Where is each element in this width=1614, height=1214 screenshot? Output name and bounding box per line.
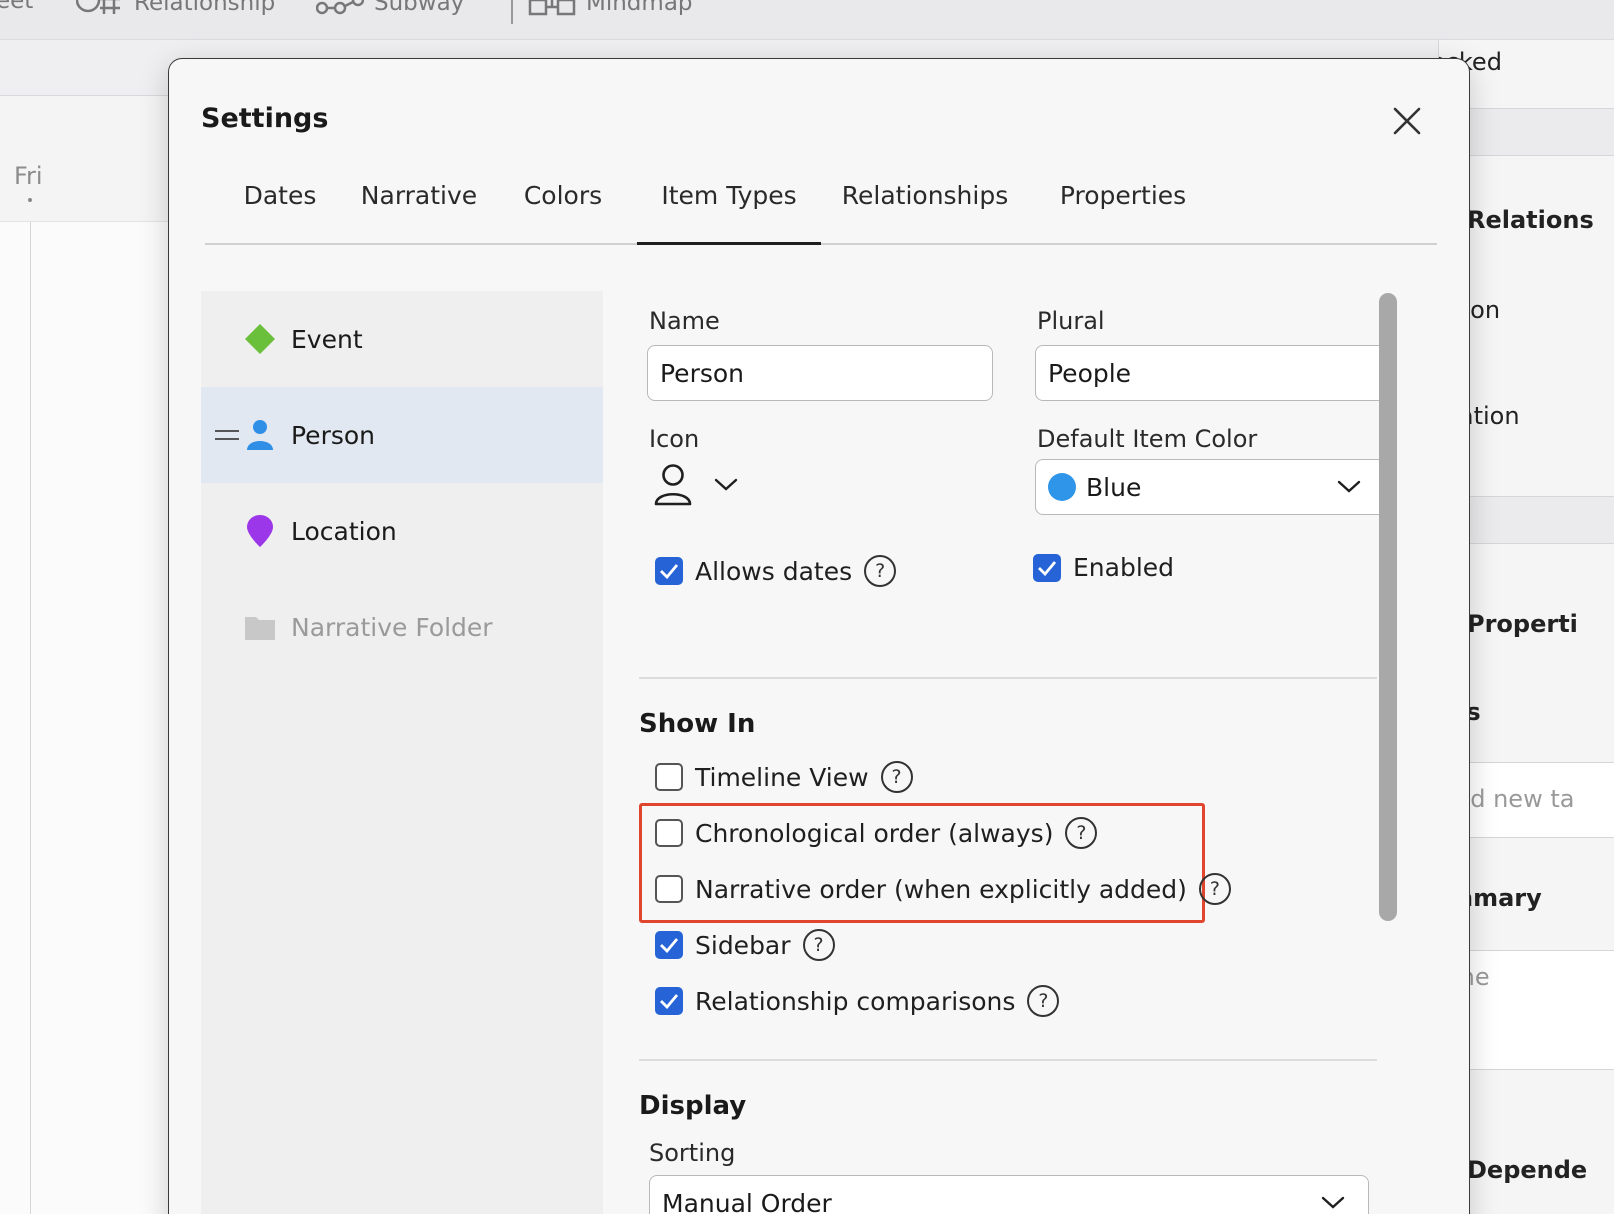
properties-section-title: Properti	[1467, 610, 1578, 638]
divider	[639, 677, 1377, 679]
allows-dates-checkbox[interactable]	[655, 557, 683, 585]
enabled-checkbox[interactable]	[1033, 553, 1061, 582]
item-type-label: Event	[291, 324, 363, 354]
help-icon[interactable]: ?	[864, 555, 897, 587]
tab-relationships[interactable]: Relationships	[837, 177, 1013, 245]
tab-properties[interactable]: Properties	[1049, 177, 1197, 245]
icon-picker[interactable]	[653, 461, 753, 511]
toolbar-item-subway[interactable]: Subway	[316, 0, 464, 18]
item-type-list: Event Person Location Narrative Folder	[201, 291, 603, 1214]
default-color-label: Default Item Color	[1037, 425, 1258, 453]
display-title: Display	[639, 1091, 747, 1121]
folder-icon	[245, 617, 275, 640]
drag-handle-icon[interactable]	[215, 428, 239, 442]
map-pin-icon	[247, 515, 273, 547]
list-item-person[interactable]: Person	[201, 387, 603, 483]
dependencies-section-title: Depende	[1467, 1156, 1588, 1184]
toolbar-sheet-label: eet	[0, 0, 34, 14]
enabled-row: Enabled	[1033, 553, 1174, 582]
subway-icon	[316, 0, 364, 15]
allows-dates-row: Allows dates ?	[655, 555, 897, 587]
chevron-down-icon	[1321, 1196, 1345, 1209]
help-icon[interactable]: ?	[880, 761, 913, 793]
icon-label: Icon	[649, 425, 700, 453]
relationship-icon	[76, 0, 120, 14]
top-toolbar: eet Relationship Subway Mindmap	[0, 0, 1614, 40]
diamond-icon	[245, 324, 275, 354]
show-in-option: Sidebar ?	[655, 929, 835, 961]
toolbar-item-mindmap[interactable]: Mindmap	[528, 0, 693, 18]
settings-dialog: Settings Dates Narrative Colors Item Typ…	[168, 58, 1470, 1214]
allows-dates-label: Allows dates	[695, 556, 853, 586]
item-type-label: Location	[291, 516, 397, 546]
toolbar-subway-label: Subway	[374, 0, 465, 16]
color-swatch	[1048, 473, 1076, 501]
sidebar-checkbox[interactable]	[655, 931, 683, 959]
toolbar-item-sheet[interactable]: eet	[0, 0, 33, 14]
checkmark-icon	[660, 564, 679, 579]
name-input[interactable]	[647, 345, 993, 401]
scrollbar-thumb[interactable]	[1379, 293, 1397, 921]
sorting-value: Manual Order	[662, 1188, 832, 1214]
sorting-select[interactable]: Manual Order	[649, 1175, 1369, 1214]
settings-tabs: Dates Narrative Colors Item Types Relati…	[205, 177, 1437, 245]
show-in-option: Chronological order (always) ?	[655, 817, 1098, 849]
relationship-comparisons-checkbox[interactable]	[655, 987, 683, 1015]
plural-input[interactable]	[1035, 345, 1391, 401]
tab-dates[interactable]: Dates	[235, 177, 325, 245]
checkmark-icon	[1038, 560, 1057, 576]
plural-label: Plural	[1037, 307, 1105, 335]
relationships-section-title: Relations	[1467, 206, 1594, 234]
toolbar-item-relationship[interactable]: Relationship	[76, 0, 275, 18]
toolbar-mindmap-label: Mindmap	[586, 0, 693, 16]
checkmark-icon	[660, 994, 679, 1009]
tab-narrative[interactable]: Narrative	[353, 177, 485, 245]
person-icon	[247, 420, 273, 450]
help-icon[interactable]: ?	[802, 929, 835, 961]
enabled-label: Enabled	[1073, 553, 1175, 582]
default-color-value: Blue	[1086, 472, 1142, 502]
list-item-narrative-folder[interactable]: Narrative Folder	[201, 579, 603, 675]
sorting-label: Sorting	[649, 1139, 736, 1167]
chronological-order-label: Chronological order (always)	[695, 818, 1054, 848]
item-type-label: Narrative Folder	[291, 612, 493, 642]
item-type-label: Person	[291, 420, 376, 450]
timeline-view-label: Timeline View	[695, 762, 869, 792]
help-icon[interactable]: ?	[1065, 817, 1098, 849]
calendar-grid-line	[30, 222, 31, 1214]
show-in-option: Timeline View ?	[655, 761, 913, 793]
person-outline-icon	[654, 464, 692, 506]
default-color-select[interactable]: Blue	[1035, 459, 1389, 515]
divider	[639, 1059, 1377, 1061]
narrative-order-checkbox[interactable]	[655, 875, 683, 903]
list-item-event[interactable]: Event	[201, 291, 603, 387]
help-icon[interactable]: ?	[1198, 873, 1231, 905]
tab-item-types[interactable]: Item Types	[637, 177, 821, 245]
show-in-option: Relationship comparisons ?	[655, 985, 1060, 1017]
mindmap-icon	[528, 0, 576, 16]
chevron-down-icon	[1337, 480, 1361, 493]
narrative-order-label: Narrative order (when explicitly added)	[695, 874, 1187, 904]
calendar-day-dot	[28, 198, 32, 202]
close-icon[interactable]	[1387, 101, 1427, 141]
tab-colors[interactable]: Colors	[517, 177, 609, 245]
chronological-order-checkbox[interactable]	[655, 819, 683, 847]
toolbar-divider	[511, 0, 513, 24]
toolbar-relationship-label: Relationship	[134, 0, 276, 16]
show-in-title: Show In	[639, 709, 756, 739]
relationship-comparisons-label: Relationship comparisons	[695, 986, 1016, 1016]
checkmark-icon	[660, 938, 679, 953]
name-label: Name	[649, 307, 720, 335]
dialog-title: Settings	[201, 103, 329, 134]
item-type-form: Name Plural Icon Default Item Color Blue	[639, 291, 1399, 1214]
show-in-option: Narrative order (when explicitly added) …	[655, 873, 1231, 905]
sidebar-label: Sidebar	[695, 930, 791, 960]
timeline-view-checkbox[interactable]	[655, 763, 683, 791]
calendar-day-label: Fri	[14, 162, 43, 190]
help-icon[interactable]: ?	[1027, 985, 1060, 1017]
chevron-down-icon	[714, 478, 738, 491]
list-item-location[interactable]: Location	[201, 483, 603, 579]
